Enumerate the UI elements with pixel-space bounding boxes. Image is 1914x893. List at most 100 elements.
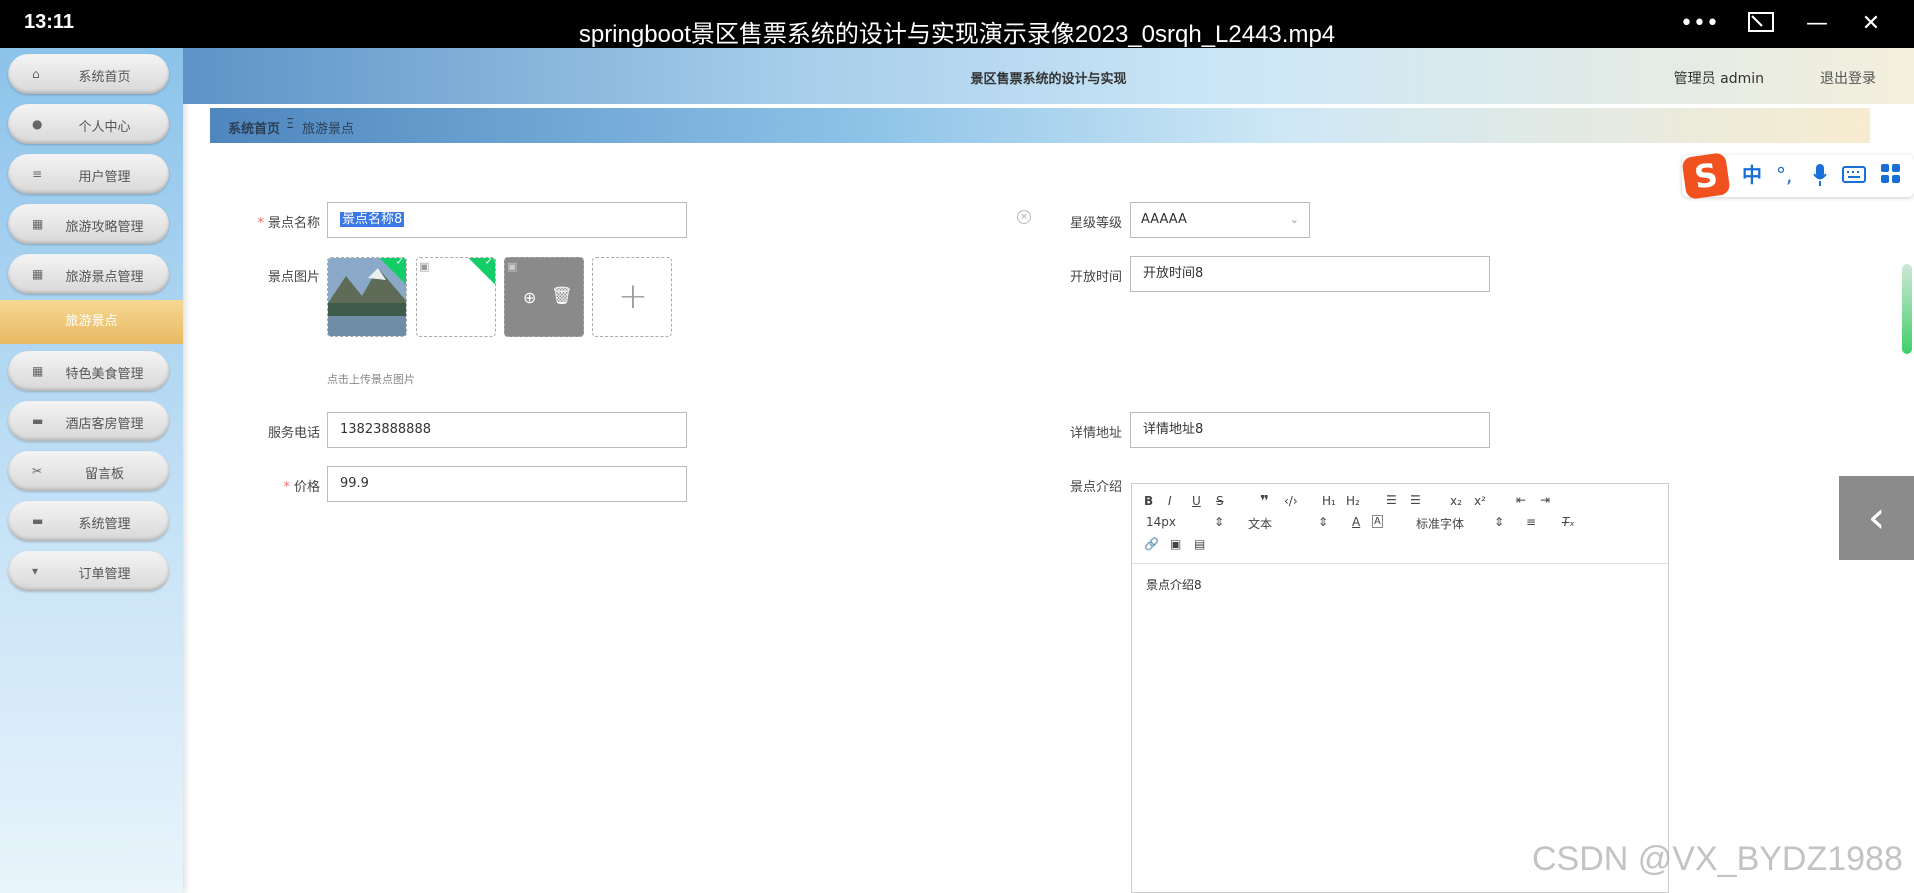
open-time-input[interactable]: 开放时间8 [1130,256,1490,292]
ime-lang-icon[interactable]: 中 [1742,163,1762,187]
sidebar-item-label: 旅游景点管理 [65,270,144,285]
phone-input[interactable]: 13823888888 [327,412,687,448]
upload-add-button[interactable]: + [592,257,672,337]
header: 景区售票系统的设计与实现 管理员 admin 退出登录 [183,48,1914,104]
user-icon: ● [32,117,43,131]
price-label: * 价格 [283,480,320,495]
underline-icon[interactable]: U [1192,494,1201,508]
sign-icon: ▾ [32,564,39,578]
font-size-select[interactable]: 14px [1146,515,1176,529]
font-size-arrow-icon: ⇕ [1214,515,1225,529]
apps-grid-icon[interactable] [1880,163,1902,190]
text-type-arrow-icon: ⇕ [1318,515,1329,529]
clear-format-icon[interactable]: T̶ₓ [1562,515,1575,529]
ime-toolbar: S 中 °, [1681,152,1914,200]
sidebar-item-users[interactable]: ≡ 用户管理 [8,154,169,194]
zoom-in-icon[interactable]: ⊕ [523,288,536,307]
breadcrumb: 系统首页 Ξ 旅游景点 [210,108,1870,143]
editor-content[interactable]: 景点介绍8 [1146,576,1202,593]
font-family-select[interactable]: 标准字体 [1416,515,1464,532]
image-thumb-broken-1[interactable]: ▣ ✓ [416,257,496,337]
sidebar-item-orders[interactable]: ▾ 订单管理 [8,551,169,591]
ticket-icon: ✂ [32,464,43,478]
sidebar-item-hotel[interactable]: ▬ 酒店客房管理 [8,401,169,441]
align-icon[interactable]: ≡ [1526,515,1536,529]
sidebar-item-profile[interactable]: ● 个人中心 [8,104,169,144]
sidebar-item-label: 个人中心 [78,120,131,135]
sidebar-item-label: 订单管理 [78,567,131,582]
header2-icon[interactable]: H₂ [1346,494,1360,508]
sidebar-item-label: 旅游攻略管理 [65,220,144,235]
sidebar-item-guides[interactable]: ▦ 旅游攻略管理 [8,204,169,244]
chevron-left-icon[interactable]: ‹ [1839,476,1914,560]
star-label: 星级等级 [1069,216,1122,231]
font-family-arrow-icon: ⇕ [1494,515,1505,529]
punctuation-icon[interactable]: °, [1776,163,1792,187]
ordered-list-icon[interactable]: ☰ [1386,493,1397,507]
monitor-icon: ▬ [32,414,44,428]
bold-icon[interactable]: B [1144,494,1153,508]
plus-icon: + [617,276,649,317]
name-input-value: 景点名称8 [340,212,405,227]
sidebar-subitem-attractions[interactable]: 旅游景点 [0,300,183,344]
grid-icon: ▦ [32,267,44,281]
sidebar-item-label: 酒店客房管理 [65,417,144,432]
font-color-icon[interactable]: A [1352,515,1360,529]
sidebar-item-attractions[interactable]: ▦ 旅游景点管理 [8,254,169,294]
watermark: CSDN @VX_BYDZ1988 [1532,840,1903,878]
image-icon[interactable]: ▣ [1170,537,1181,551]
phone-label: 服务电话 [267,426,320,441]
chevron-down-icon: ⌄ [1289,213,1299,226]
pip-icon[interactable] [1748,12,1774,36]
monitor-icon: ▬ [32,514,44,528]
intro-label: 景点介绍 [1069,480,1122,495]
indent-icon[interactable]: ⇥ [1540,493,1550,507]
logout-link[interactable]: 退出登录 [1820,68,1876,88]
strike-icon[interactable]: S [1216,494,1224,508]
delete-icon[interactable]: 🗑 [551,286,573,306]
code-icon[interactable]: ‹/› [1284,494,1298,508]
sidebar: ⌂ 系统首页 ● 个人中心 ≡ 用户管理 ▦ 旅游攻略管理 ▦ 旅游景点管理 旅… [0,48,183,893]
close-icon[interactable]: ✕ [1858,12,1884,36]
sidebar-item-system[interactable]: ▬ 系统管理 [8,501,169,541]
address-input[interactable]: 详情地址8 [1130,412,1490,448]
grid-icon: ▦ [32,364,44,378]
star-select[interactable]: AAAAA ⌄ [1130,202,1310,238]
sidebar-item-home[interactable]: ⌂ 系统首页 [8,54,169,94]
grid-icon: ▦ [32,217,44,231]
breadcrumb-home[interactable]: 系统首页 [228,118,280,137]
upload-hint: 点击上传景点图片 [327,373,415,386]
upload-success-badge: ✓ [467,258,495,285]
superscript-icon[interactable]: x² [1474,494,1486,508]
link-icon[interactable]: 🔗 [1144,537,1159,551]
text-type-select[interactable]: 文本 [1248,515,1272,532]
italic-icon[interactable]: I [1168,494,1172,508]
minimize-icon[interactable]: — [1804,12,1830,36]
outdent-icon[interactable]: ⇤ [1516,493,1526,507]
breadcrumb-current: 旅游景点 [302,122,355,137]
bullet-list-icon[interactable]: ☰ [1410,493,1421,507]
background-color-icon[interactable]: A [1372,515,1383,528]
microphone-icon[interactable] [1812,163,1828,192]
sidebar-item-messages[interactable]: ✂ 留言板 [8,451,169,491]
star-select-value: AAAAA [1141,212,1187,227]
price-input[interactable]: 99.9 [327,466,687,502]
name-input[interactable]: 景点名称8 [327,202,687,238]
video-icon[interactable]: ▤ [1194,537,1205,551]
image-thumb-hover[interactable]: ▣ ⊕ 🗑 [504,257,584,337]
quote-icon[interactable]: ❞ [1260,492,1269,510]
sidebar-item-label: 特色美食管理 [65,367,144,382]
keyboard-icon[interactable] [1842,163,1866,190]
sidebar-item-food[interactable]: ▦ 特色美食管理 [8,351,169,391]
rich-text-editor[interactable]: B I U S ❞ ‹/› H₁ H₂ ☰ ☰ x₂ x² ⇤ ⇥ 14px ⇕… [1131,483,1669,893]
more-icon[interactable]: ••• [1680,12,1719,36]
subscript-icon[interactable]: x₂ [1450,494,1462,508]
image-thumb-mountain[interactable]: ✓ [327,257,407,337]
system-title: 景区售票系统的设计与实现 [970,72,1127,87]
sogou-logo-icon: S [1681,152,1731,200]
name-label: * 景点名称 [257,216,320,231]
header1-icon[interactable]: H₁ [1322,494,1336,508]
home-icon: ⌂ [32,67,40,81]
sidebar-item-label: 系统首页 [78,70,131,85]
scrollbar-thumb[interactable] [1902,264,1912,354]
